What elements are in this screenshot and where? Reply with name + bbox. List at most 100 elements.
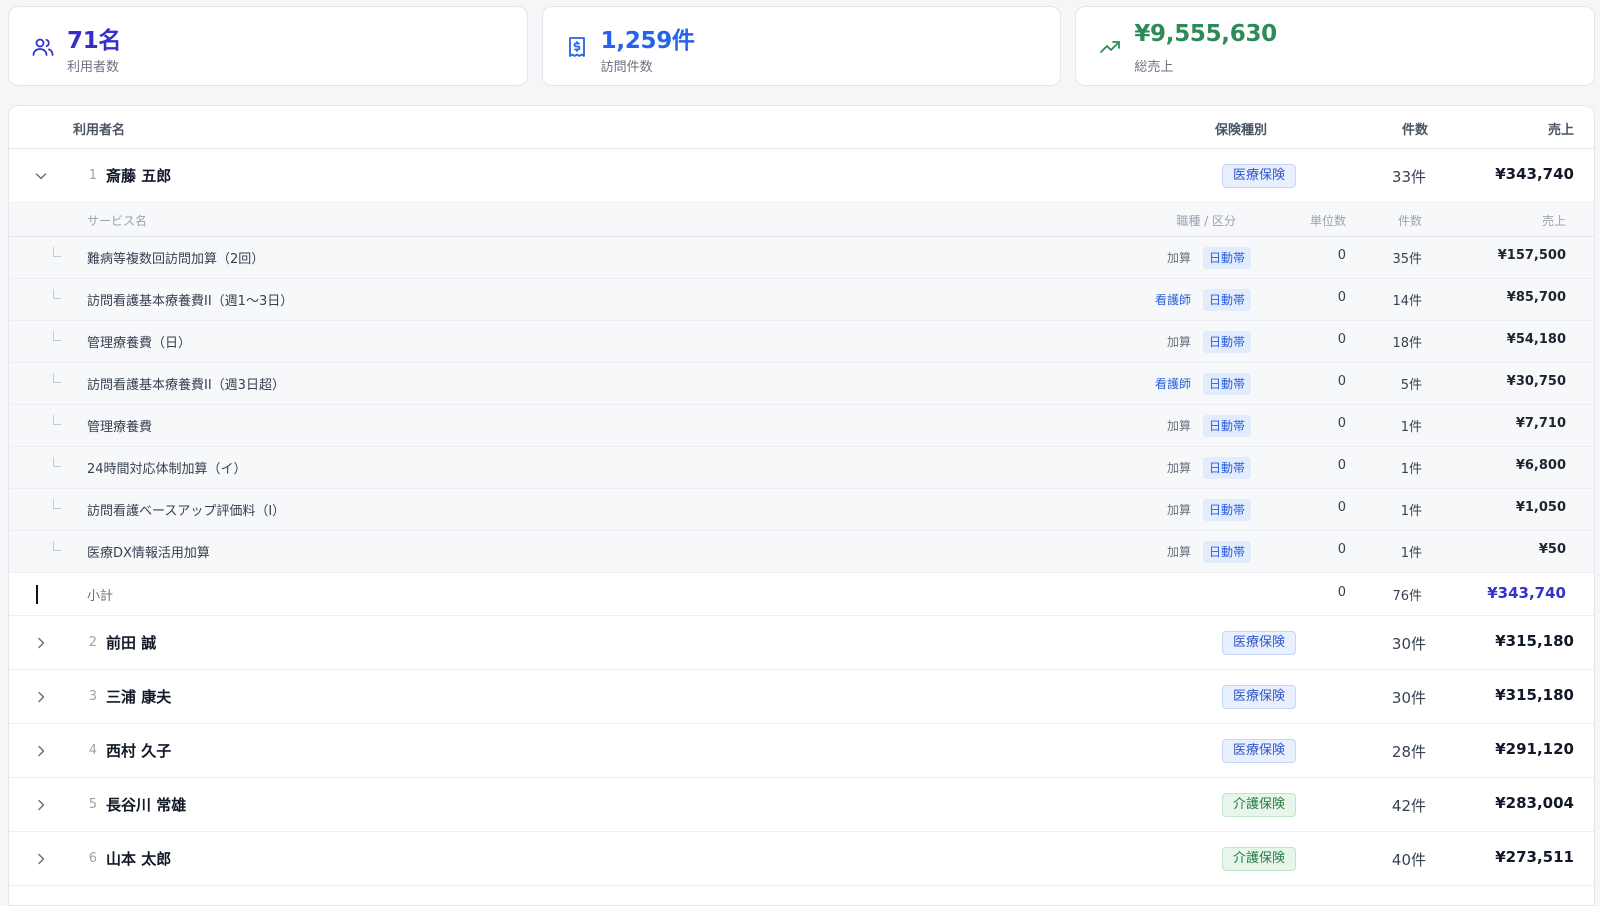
category-tag: 加算: [1166, 419, 1191, 433]
row-index: 4: [88, 743, 97, 758]
user-name: 山本 太郎: [106, 850, 172, 868]
service-count: 1件: [1400, 504, 1422, 519]
visits-value: 1,259件: [600, 28, 695, 54]
users-icon: [32, 38, 54, 56]
time-slot-tag: 日動帯: [1202, 247, 1251, 269]
service-row: 24時間対応体制加算（イ） 加算 日動帯 0 1件 ¥6,800: [9, 447, 1594, 489]
insurance-badge: 医療保険: [1222, 685, 1297, 709]
service-name: 医療DX情報活用加算: [87, 546, 210, 561]
user-name: 前田 誠: [106, 634, 157, 652]
table-row[interactable]: 4 西村 久子 医療保険 28件 ¥291,120: [9, 724, 1594, 778]
service-header: サービス名 職種 / 区分 単位数 件数 売上: [9, 203, 1594, 237]
service-name: 24時間対応体制加算（イ）: [87, 462, 247, 477]
table-row[interactable]: 5 長谷川 常雄 介護保険 42件 ¥283,004: [9, 778, 1594, 832]
service-sales: ¥85,700: [1506, 290, 1566, 305]
service-header-category: 職種 / 区分: [1176, 214, 1236, 228]
time-slot-tag: 日動帯: [1202, 415, 1251, 437]
service-sales: ¥1,050: [1515, 500, 1566, 515]
service-row: 訪問看護基本療養費II（週3日超） 看護師 日動帯 0 5件 ¥30,750: [9, 363, 1594, 405]
visits-label: 訪問件数: [600, 60, 653, 75]
user-sales: ¥291,120: [1495, 740, 1574, 758]
visits-card: 1,259件 訪問件数: [541, 6, 1062, 86]
service-units: 0: [1337, 416, 1346, 431]
row-index: 6: [88, 851, 97, 866]
category-tag: 加算: [1166, 461, 1191, 475]
insurance-badge: 介護保険: [1222, 793, 1297, 817]
service-sales: ¥6,800: [1515, 458, 1566, 473]
table-row[interactable]: 3 三浦 康夫 医療保険 30件 ¥315,180: [9, 670, 1594, 724]
user-sales: ¥343,740: [1495, 165, 1574, 183]
insurance-badge: 医療保険: [1222, 739, 1297, 763]
service-header-name: サービス名: [87, 214, 148, 228]
chevron-down-icon[interactable]: [33, 168, 49, 184]
service-count: 1件: [1400, 420, 1422, 435]
service-sales: ¥50: [1538, 542, 1566, 557]
tree-connector: [53, 415, 61, 425]
service-units: 0: [1337, 500, 1346, 515]
visit-count: 30件: [1391, 689, 1426, 707]
category-tag: 加算: [1166, 503, 1191, 517]
tree-connector: [53, 499, 61, 509]
service-units: 0: [1337, 332, 1346, 347]
visit-count: 30件: [1391, 635, 1426, 653]
row-index: 1: [88, 168, 97, 183]
tree-connector: [53, 541, 61, 551]
category-tag: 看護師: [1154, 293, 1191, 307]
visit-count: 40件: [1391, 851, 1426, 869]
table-header: 利用者名 保険種別 件数 売上: [9, 106, 1594, 149]
trending-up-icon: [1100, 41, 1121, 53]
user-sales: ¥315,180: [1495, 686, 1574, 704]
chevron-right-icon[interactable]: [33, 851, 49, 867]
service-sales: ¥7,710: [1515, 416, 1566, 431]
service-count: 1件: [1400, 546, 1422, 561]
time-slot-tag: 日動帯: [1202, 331, 1251, 353]
header-count[interactable]: 件数: [1402, 119, 1428, 138]
chevron-right-icon[interactable]: [33, 797, 49, 813]
chevron-right-icon[interactable]: [33, 743, 49, 759]
sales-label: 総売上: [1134, 60, 1174, 75]
table-row[interactable]: 1 斎藤 五郎 医療保険 33件 ¥343,740: [9, 149, 1594, 203]
service-row: 管理療養費 加算 日動帯 0 1件 ¥7,710: [9, 405, 1594, 447]
tree-connector: [53, 289, 61, 299]
service-row: 訪問看護ベースアップ評価料（I） 加算 日動帯 0 1件 ¥1,050: [9, 489, 1594, 531]
service-header-count: 件数: [1397, 214, 1422, 228]
chevron-right-icon[interactable]: [33, 635, 49, 651]
summary-cards: 71名 利用者数 1,259件 訪問件数 ¥9,555,630 総売上: [8, 6, 1596, 86]
user-name: 長谷川 常雄: [106, 796, 187, 814]
user-sales-table: 利用者名 保険種別 件数 売上 1 斎藤 五郎 医療保険 33件 ¥343,74…: [8, 105, 1595, 906]
service-row: 医療DX情報活用加算 加算 日動帯 0 1件 ¥50: [9, 531, 1594, 573]
service-units: 0: [1337, 290, 1346, 305]
visit-count: 42件: [1391, 797, 1426, 815]
table-row[interactable]: 2 前田 誠 医療保険 30件 ¥315,180: [9, 616, 1594, 670]
service-name: 訪問看護基本療養費II（週1〜3日）: [87, 294, 294, 309]
time-slot-tag: 日動帯: [1202, 457, 1251, 479]
category-tag: 加算: [1166, 335, 1191, 349]
sales-value: ¥9,555,630: [1134, 21, 1277, 47]
service-units: 0: [1337, 248, 1346, 263]
insurance-badge: 介護保険: [1222, 847, 1297, 871]
user-name: 斎藤 五郎: [106, 167, 172, 185]
service-name: 難病等複数回訪問加算（2回）: [87, 252, 265, 267]
row-index: 3: [88, 689, 97, 704]
header-sales[interactable]: 売上: [1548, 119, 1574, 138]
service-name: 訪問看護ベースアップ評価料（I）: [87, 504, 286, 519]
header-insurance[interactable]: 保険種別: [1215, 119, 1267, 138]
user-sales: ¥273,511: [1495, 848, 1574, 866]
tree-connector: [53, 373, 61, 383]
table-row[interactable]: 6 山本 太郎 介護保険 40件 ¥273,511: [9, 832, 1594, 886]
user-name: 三浦 康夫: [106, 688, 172, 706]
receipt-icon: [568, 37, 585, 57]
service-row: 難病等複数回訪問加算（2回） 加算 日動帯 0 35件 ¥157,500: [9, 237, 1594, 279]
service-count: 35件: [1392, 252, 1422, 267]
header-name[interactable]: 利用者名: [73, 119, 125, 138]
category-tag: 加算: [1166, 251, 1191, 265]
tree-connector: [53, 457, 61, 467]
category-tag: 加算: [1166, 545, 1191, 559]
user-sales: ¥283,004: [1495, 794, 1574, 812]
time-slot-tag: 日動帯: [1202, 499, 1251, 521]
user-sales: ¥315,180: [1495, 632, 1574, 650]
tree-connector: [53, 331, 61, 341]
service-sales: ¥157,500: [1497, 248, 1566, 263]
visit-count: 28件: [1391, 743, 1426, 761]
chevron-right-icon[interactable]: [33, 689, 49, 705]
